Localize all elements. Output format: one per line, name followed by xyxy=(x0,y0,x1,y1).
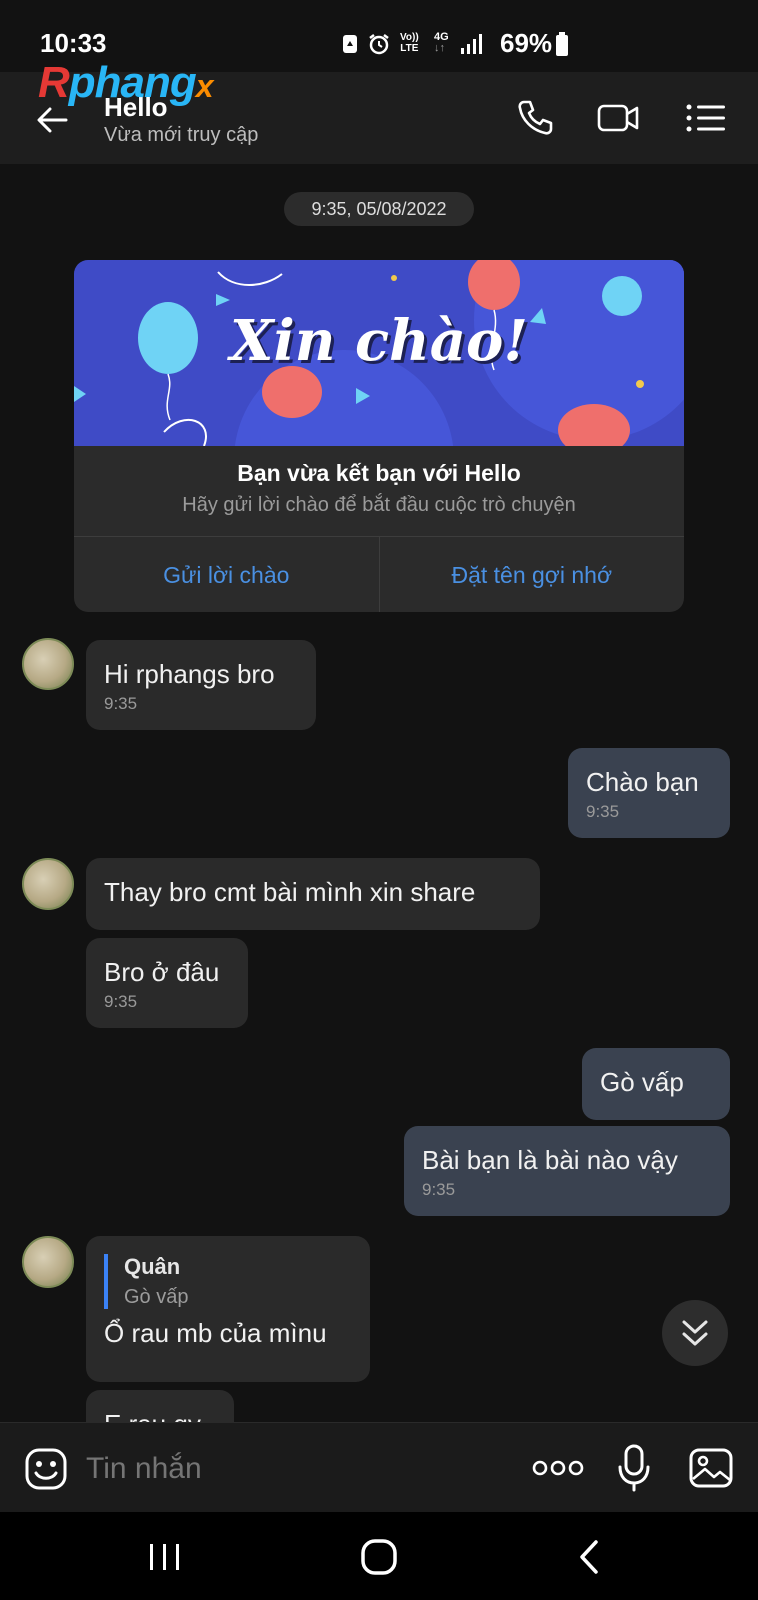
more-icon[interactable] xyxy=(532,1455,584,1481)
message-bubble-in[interactable]: Bro ở đâu 9:35 xyxy=(86,938,248,1028)
message-time: 9:35 xyxy=(586,802,620,821)
greeting-banner: Xin chào! xyxy=(74,260,684,446)
video-camera-icon[interactable] xyxy=(596,98,640,138)
image-icon[interactable] xyxy=(688,1447,734,1489)
system-nav-bar xyxy=(0,1512,758,1600)
double-chevron-down-icon xyxy=(682,1320,708,1346)
message-text: Gò vấp xyxy=(600,1067,684,1097)
back-icon[interactable] xyxy=(566,1532,616,1582)
message-time: 9:35 xyxy=(104,694,138,713)
message-input-bar xyxy=(0,1422,758,1513)
battery-icon xyxy=(556,32,568,56)
recycle-notification-icon xyxy=(343,35,357,53)
reply-text: Gò vấp xyxy=(124,1286,189,1308)
contact-status: Vừa mới truy cập xyxy=(104,124,259,146)
message-text: E rau gy xyxy=(104,1408,214,1422)
banner-text: Xin chào! xyxy=(230,308,528,374)
message-text: Bro ở đâu xyxy=(104,957,220,987)
alarm-icon xyxy=(369,34,389,55)
message-text: Bài bạn là bài nào vậy xyxy=(422,1145,678,1175)
message-bubble-out[interactable]: Gò vấp xyxy=(582,1048,730,1120)
message-bubble-out[interactable]: Bài bạn là bài nào vậy 9:35 xyxy=(404,1126,730,1216)
watermark-logo: Rphangx xyxy=(38,58,214,107)
signal-icon xyxy=(461,34,482,54)
card-title: Bạn vừa kết bạn với Hello xyxy=(237,460,521,486)
message-bubble-in[interactable]: Hi rphangs bro 9:35 xyxy=(86,640,316,730)
home-icon[interactable] xyxy=(354,1532,404,1582)
date-separator: 9:35, 05/08/2022 xyxy=(284,192,474,226)
battery-percent: 69% xyxy=(500,28,553,58)
scroll-to-bottom-button[interactable] xyxy=(662,1300,728,1366)
friend-card: Xin chào! Bạn vừa kết bạn với Hello Hãy … xyxy=(74,260,684,612)
card-subtitle: Hãy gửi lời chào để bắt đầu cuộc trò chu… xyxy=(182,494,576,516)
message-time: 9:35 xyxy=(422,1180,456,1199)
avatar[interactable] xyxy=(22,858,74,910)
message-time: 9:35 xyxy=(104,992,138,1011)
send-greeting-button[interactable]: Gửi lời chào xyxy=(74,537,379,612)
recent-apps-icon[interactable] xyxy=(140,1532,190,1582)
reply-quote[interactable]: Quân Gò vấp xyxy=(104,1254,350,1309)
phone-icon[interactable] xyxy=(514,98,558,138)
status-time: 10:33 xyxy=(40,28,107,58)
card-actions: Gửi lời chào Đặt tên gợi nhớ xyxy=(74,536,684,612)
message-text: Hi rphangs bro xyxy=(104,659,275,689)
message-bubble-in-reply[interactable]: Quân Gò vấp Ổ rau mb của mìnu xyxy=(86,1236,370,1382)
avatar[interactable] xyxy=(22,638,74,690)
avatar[interactable] xyxy=(22,1236,74,1288)
message-input[interactable] xyxy=(84,1443,488,1495)
set-nickname-button[interactable]: Đặt tên gợi nhớ xyxy=(378,537,685,612)
message-text: Thay bro cmt bài mình xin share xyxy=(104,877,476,907)
menu-list-icon[interactable] xyxy=(684,98,728,138)
data-type-indicator: 4G ↓↑ xyxy=(434,31,449,54)
message-text: Chào bạn xyxy=(586,767,699,797)
message-bubble-out[interactable]: Chào bạn 9:35 xyxy=(568,748,730,838)
message-text: Ổ rau mb của mìnu xyxy=(104,1318,327,1348)
message-bubble-in[interactable]: E rau gy xyxy=(86,1390,234,1422)
emoji-icon[interactable] xyxy=(24,1447,68,1491)
microphone-icon[interactable] xyxy=(614,1443,654,1493)
reply-author: Quân xyxy=(124,1254,181,1279)
volte-indicator: Vo)) LTE xyxy=(400,32,419,54)
message-bubble-in[interactable]: Thay bro cmt bài mình xin share xyxy=(86,858,540,930)
chat-area[interactable]: 9:35, 05/08/2022 Xin chào! Bạn vừa kết b… xyxy=(0,164,758,1422)
